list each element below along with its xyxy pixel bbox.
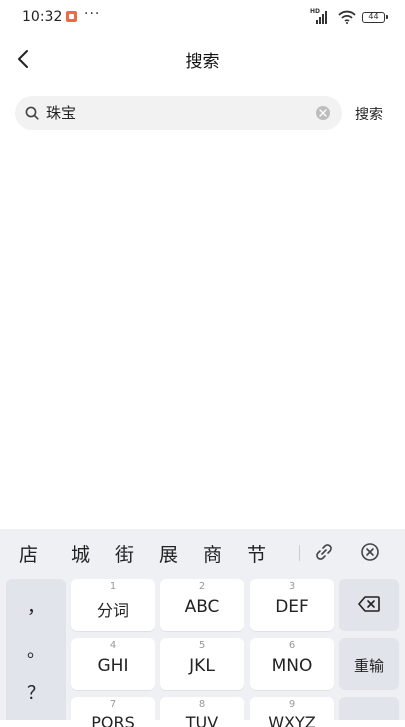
backspace-icon	[358, 596, 380, 612]
key-6[interactable]: 6 MNO	[250, 638, 334, 690]
backspace-key[interactable]	[339, 579, 399, 631]
close-keyboard-icon[interactable]	[360, 542, 380, 562]
reenter-key[interactable]: 重输	[339, 638, 399, 690]
link-icon[interactable]	[314, 542, 334, 562]
key-label: WXYZ	[268, 713, 316, 727]
key-9[interactable]: 9 WXYZ	[250, 697, 334, 727]
key-number: 5	[198, 640, 206, 651]
keyboard: 店 城 街 展 商 节 ， 。 ？ 1 分词 2 ABC 3 DEF 4 GHI…	[0, 529, 405, 727]
key-3[interactable]: 3 DEF	[250, 579, 334, 631]
status-icons: HD 44	[310, 8, 388, 24]
key-number: 4	[109, 640, 117, 651]
header: 搜索	[0, 34, 405, 84]
key-label: GHI	[97, 656, 129, 676]
candidate-2[interactable]: 城	[71, 540, 90, 567]
search-box[interactable]	[15, 96, 342, 130]
status-time: 10:32	[22, 9, 63, 25]
page-title: 搜索	[185, 52, 220, 72]
punct-comma[interactable]: ，	[6, 593, 66, 619]
candidate-5[interactable]: 商	[203, 540, 222, 567]
punct-period[interactable]: 。	[6, 637, 66, 663]
candidate-bar: 店 城 街 展 商 节	[0, 529, 405, 575]
key-4[interactable]: 4 GHI	[71, 638, 155, 690]
key-number: 3	[288, 581, 296, 592]
key-number: 9	[288, 699, 296, 710]
key-label: PQRS	[91, 713, 135, 727]
key-5[interactable]: 5 JKL	[160, 638, 244, 690]
key-7[interactable]: 7 PQRS	[71, 697, 155, 727]
key-label: DEF	[275, 597, 309, 617]
punctuation-column: ， 。 ？	[6, 579, 66, 720]
candidate-4[interactable]: 展	[159, 540, 178, 567]
search-row: 搜索	[0, 96, 405, 132]
function-key-partial[interactable]	[339, 697, 399, 720]
battery-icon: 44	[362, 11, 388, 23]
key-label: 分词	[96, 601, 129, 620]
candidate-1[interactable]: 店	[19, 540, 38, 567]
key-number: 2	[198, 581, 206, 592]
key-label: MNO	[271, 656, 313, 676]
key-label: JKL	[189, 656, 215, 676]
key-number: 7	[109, 699, 117, 710]
punct-question[interactable]: ？	[6, 679, 66, 705]
search-button[interactable]: 搜索	[355, 104, 383, 124]
wifi-icon	[338, 10, 356, 24]
candidate-3[interactable]: 街	[115, 540, 134, 567]
status-bar: 10:32 ··· HD 44	[0, 0, 405, 34]
key-label: ABC	[184, 597, 220, 617]
more-notifications-indicator: ···	[84, 6, 101, 22]
key-2[interactable]: 2 ABC	[160, 579, 244, 631]
candidate-6[interactable]: 节	[247, 540, 266, 567]
notification-app-icon	[66, 11, 77, 22]
key-number: 8	[198, 699, 206, 710]
key-label: TUV	[185, 713, 219, 727]
search-icon	[25, 106, 39, 120]
signal-icon: HD	[310, 8, 332, 24]
key-number: 6	[288, 640, 296, 651]
candidate-divider	[299, 545, 300, 561]
key-1[interactable]: 1 分词	[71, 579, 155, 631]
clear-icon[interactable]	[316, 106, 330, 120]
key-8[interactable]: 8 TUV	[160, 697, 244, 727]
search-input[interactable]	[46, 96, 306, 130]
key-number: 1	[109, 581, 117, 592]
key-label: 重输	[353, 657, 384, 675]
